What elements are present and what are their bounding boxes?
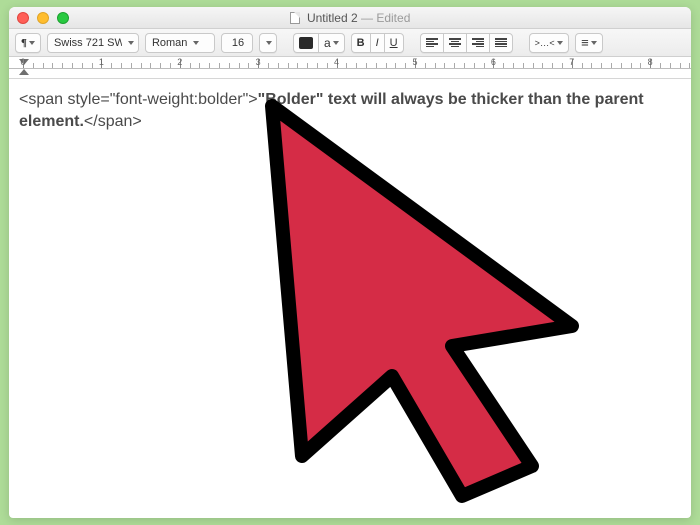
paragraph-styles-button[interactable]: ¶	[15, 33, 41, 53]
chevron-down-icon	[29, 41, 35, 45]
alignment-group	[420, 33, 513, 53]
align-left-button[interactable]	[420, 33, 443, 53]
minimize-icon[interactable]	[37, 12, 49, 24]
bold-button[interactable]: B	[351, 33, 370, 53]
list-button[interactable]: ≡	[575, 33, 603, 53]
ruler-number: 5	[412, 57, 417, 67]
font-size-value: 16	[232, 37, 244, 49]
font-size-input[interactable]: 16	[221, 33, 253, 53]
underline-label: U	[390, 37, 398, 49]
align-left-icon	[426, 38, 438, 47]
ruler-number: 2	[177, 57, 182, 67]
align-justify-icon	[495, 38, 507, 47]
chevron-down-icon	[557, 41, 563, 45]
italic-button[interactable]: I	[370, 33, 384, 53]
align-right-button[interactable]	[466, 33, 489, 53]
align-center-button[interactable]	[443, 33, 466, 53]
ruler-number: 0	[20, 57, 25, 67]
chevron-down-icon	[266, 41, 272, 45]
document-icon	[290, 12, 300, 24]
ruler-number: 1	[99, 57, 104, 67]
font-family-value: Swiss 721 SWA	[54, 37, 122, 49]
ruler-number: 6	[491, 57, 496, 67]
chevron-down-icon	[128, 41, 134, 45]
color-swatch-icon	[299, 37, 313, 49]
spacing-button[interactable]: >...<	[529, 33, 570, 53]
text-color-group: a	[293, 33, 345, 53]
bold-label: B	[357, 37, 365, 49]
align-justify-button[interactable]	[489, 33, 513, 53]
ruler-number: 3	[256, 57, 261, 67]
font-style-value: Roman	[152, 37, 187, 49]
formatting-toolbar: ¶ Swiss 721 SWA Roman 16 a	[9, 29, 691, 57]
window-title: Untitled 2 — Edited	[9, 11, 691, 25]
chevron-down-icon	[591, 41, 597, 45]
text-color-button[interactable]	[293, 33, 318, 53]
font-size-stepper[interactable]	[259, 33, 277, 53]
left-indent-marker[interactable]	[19, 69, 29, 75]
document-title: Untitled 2	[307, 11, 358, 25]
edited-indicator: — Edited	[358, 11, 411, 25]
text-color-sample-button[interactable]: a	[318, 33, 345, 53]
pilcrow-icon: ¶	[21, 37, 27, 49]
font-family-select[interactable]: Swiss 721 SWA	[47, 33, 139, 53]
ruler-number: 8	[648, 57, 653, 67]
text-color-sample: a	[324, 36, 331, 50]
font-style-select[interactable]: Roman	[145, 33, 215, 53]
text-style-group: B I U	[351, 33, 404, 53]
close-icon[interactable]	[17, 12, 29, 24]
list-icon: ≡	[581, 35, 589, 50]
spacing-label: >...<	[535, 38, 556, 48]
ruler-number: 7	[569, 57, 574, 67]
text-editor-window: Untitled 2 — Edited ¶ Swiss 721 SWA Roma…	[9, 7, 691, 518]
zoom-icon[interactable]	[57, 12, 69, 24]
titlebar[interactable]: Untitled 2 — Edited	[9, 7, 691, 29]
chevron-down-icon	[333, 41, 339, 45]
code-close-tag: </span>	[84, 113, 142, 130]
code-open-tag: <span style="font-weight:bolder">	[19, 91, 258, 108]
horizontal-ruler[interactable]: 0 1 2 3 4 5 6 7 8	[9, 57, 691, 79]
window-controls	[17, 12, 69, 24]
align-right-icon	[472, 38, 484, 47]
underline-button[interactable]: U	[384, 33, 404, 53]
document-body[interactable]: <span style="font-weight:bolder">"Bolder…	[9, 79, 691, 518]
chevron-down-icon	[193, 41, 199, 45]
italic-label: I	[376, 37, 379, 49]
align-center-icon	[449, 38, 461, 47]
ruler-number: 4	[334, 57, 339, 67]
